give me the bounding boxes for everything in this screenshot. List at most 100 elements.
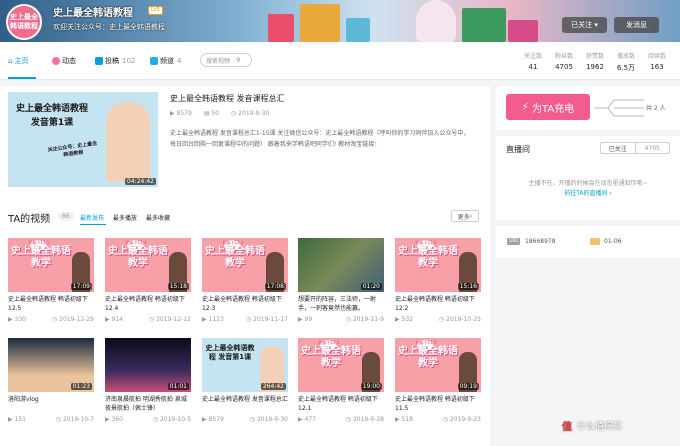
clock-icon: ◷ — [249, 416, 257, 423]
stat-reads: 阅读数 163 — [642, 51, 672, 71]
thumb-text: 史上最全韩语教学 — [205, 246, 265, 269]
video-title[interactable]: 史上最全韩语教程 韩语初级下12.5 — [8, 295, 94, 313]
featured-video-title[interactable]: 史上最全韩语教程 发音课程总汇 — [170, 93, 285, 104]
thumb-badge-text: 初级下12.3 — [222, 240, 244, 245]
play-count: ▶ 1123 — [202, 316, 224, 323]
tab-channels[interactable]: 频道 4 — [150, 56, 181, 66]
publish-date-value: 2019-12-12 — [156, 316, 191, 323]
tab-label: 投稿 — [105, 57, 119, 65]
video-title[interactable]: 史上最全韩语教程 韩语初级下12.4 — [105, 295, 191, 313]
send-message-button[interactable]: 发消息 — [614, 17, 659, 33]
stat-likes: 获赞数 1962 — [580, 51, 610, 71]
channel-icon — [150, 57, 158, 65]
video-thumbnail[interactable]: 01:01 — [105, 338, 191, 392]
video-title[interactable]: 史上最全韩语教程 韩语初级下12.2 — [395, 295, 481, 313]
live-room-link[interactable]: 前往TA的直播间 › — [496, 188, 680, 197]
thumb-badge-text: 初级下12.5 — [28, 240, 50, 245]
tab-home[interactable]: ⌂ 主页 — [8, 56, 28, 66]
live-follow-button[interactable]: 已关注 4705 — [600, 142, 670, 154]
sort-most-favorited[interactable]: 最多收藏 — [146, 213, 170, 222]
play-count: ▶ 518 — [395, 416, 413, 423]
video-meta: ▶ 8579 ◷ 2019-9-30 — [202, 416, 288, 423]
more-label: 更多 — [457, 213, 470, 221]
search-input[interactable]: 搜索视频 ⚲ — [200, 53, 252, 67]
search-placeholder: 搜索视频 — [206, 57, 231, 65]
video-card[interactable]: 01:23 洛阳游vlog ▶ 151 ◷ 2019-10-7 — [8, 338, 94, 423]
publish-date-value: 2019-9-28 — [352, 416, 384, 423]
video-thumbnail[interactable]: 史上最全韩语教学 初级下12.3 17:08 — [202, 238, 288, 292]
play-count-value: 330 — [14, 316, 26, 323]
play-count: ▶ 330 — [8, 316, 26, 323]
play-count: ▶ 8579 — [202, 416, 224, 423]
avatar[interactable]: 史上最全韩语教程 — [6, 4, 42, 40]
video-card[interactable]: 史上最全韩语教程 发音第1课 264:42 史上最全韩语教程 发音课程总汇 ▶ 8… — [202, 338, 288, 423]
publish-date-value: 2019-9-30 — [256, 416, 288, 423]
video-thumbnail[interactable]: 史上最全韩语教学 初级下12.4 15:18 — [105, 238, 191, 292]
video-thumbnail[interactable]: 史上最全韩语教学 初级下11.5 09:19 — [395, 338, 481, 392]
stat-label: 粉丝数 — [554, 53, 573, 60]
video-card[interactable]: 史上最全韩语教学 初级下12.4 15:18 史上最全韩语教程 韩语初级下12.4 … — [105, 238, 191, 323]
more-button[interactable]: 更多 › — [451, 210, 479, 222]
thumb-badge-text: 初级下11.5 — [415, 340, 437, 345]
publish-date: ◷ 2019-12-29 — [52, 316, 94, 323]
clock-icon: ◷ — [442, 416, 450, 423]
video-title[interactable]: 史上最全韩语教程 韩语初级下11.5 — [395, 395, 481, 413]
video-title[interactable]: 洛阳游vlog — [8, 395, 94, 413]
active-sort-indicator — [80, 224, 106, 225]
video-card[interactable]: 史上最全韩语教学 初级下12.5 17:09 史上最全韩语教程 韩语初级下12.5 … — [8, 238, 94, 323]
stat-plays: 播放数 6.5万 — [611, 51, 641, 73]
play-count-value: 99 — [304, 316, 313, 323]
video-card[interactable]: 史上最全韩语教学 初级下12.1 19:00 史上最全韩语教程 韩语初级下12.1 … — [298, 338, 384, 423]
clock-icon: ◷ — [152, 416, 160, 423]
stat-following[interactable]: 关注数 41 — [518, 51, 548, 71]
video-thumbnail[interactable]: 史上最全韩语教程 发音第1课 264:42 — [202, 338, 288, 392]
video-thumbnail[interactable]: 史上最全韩语教学 初级下12.2 15:16 — [395, 238, 481, 292]
tab-label: 频道 — [160, 57, 174, 65]
stat-label: 阅读数 — [647, 53, 666, 60]
bunny-doll-decoration — [416, 0, 456, 42]
video-title[interactable]: 济南泉晨航拍 明湖秀航拍 泉城夜景航拍（佩士锋） — [105, 395, 191, 413]
sort-most-played[interactable]: 最多播放 — [113, 213, 137, 222]
publish-date-value: 2019-11-17 — [253, 316, 288, 323]
video-duration: 17:09 — [70, 283, 92, 290]
thumb-badge-text: 初级下12.2 — [415, 240, 437, 245]
publish-date-value: 2019-10-7 — [62, 416, 94, 423]
stat-fans[interactable]: 粉丝数 4705 — [549, 51, 579, 71]
live-room-title: 直播间 — [506, 145, 530, 154]
play-count-value: 360 — [111, 416, 123, 423]
sort-newest[interactable]: 最新发布 — [80, 213, 104, 222]
chevron-down-icon: ▾ — [592, 21, 598, 29]
publish-date: ◷ 2019-11-9 — [346, 316, 384, 323]
live-follow-label: 已关注 — [608, 145, 627, 153]
video-thumbnail[interactable]: 史上最全韩语教学 初级下12.5 17:09 — [8, 238, 94, 292]
video-card[interactable]: 史上最全韩语教学 初级下11.5 09:19 史上最全韩语教程 韩语初级下11.5 … — [395, 338, 481, 423]
watermark: 值什么值得买 — [560, 418, 622, 433]
gift-box-decoration — [268, 14, 294, 42]
video-title[interactable]: 史上最全韩语教程 发音课程总汇 — [202, 395, 288, 413]
home-icon: ⌂ — [8, 57, 13, 65]
tab-dynamic[interactable]: 动态 — [52, 56, 76, 66]
publish-date: ◷ 2019-10-7 — [56, 416, 94, 423]
live-room-card: 直播间 已关注 4705 主播不在，开播的时候会在动态里通知你哦~ 前往TA的直播… — [496, 136, 680, 220]
video-thumbnail[interactable]: 史上最全韩语教学 初级下12.1 19:00 — [298, 338, 384, 392]
video-title[interactable]: 史上最全韩语教程 韩语初级下12.1 — [298, 395, 384, 413]
video-meta: ▶ 914 ◷ 2019-12-12 — [105, 316, 191, 323]
thumb-text: 史上最全韩语教学 — [301, 346, 361, 369]
followed-button[interactable]: 已关注 ▾ — [562, 17, 607, 33]
featured-video-thumbnail[interactable]: 史上最全韩语教程 发音第1课 关注公众号：史上最全韩语教程 04:24:42 — [8, 92, 158, 187]
video-thumbnail[interactable]: 01:20 — [298, 238, 384, 292]
search-icon[interactable]: ⚲ — [236, 57, 240, 64]
tab-uploads[interactable]: 投稿 102 — [95, 56, 135, 66]
video-card[interactable]: 01:01 济南泉晨航拍 明湖秀航拍 泉城夜景航拍（佩士锋） ▶ 360 ◷ 20… — [105, 338, 191, 423]
videos-count-badge: 86 — [58, 212, 74, 221]
chevron-right-icon: › — [469, 212, 473, 220]
video-title[interactable]: 史上最全韩语教程 韩语初级下12.3 — [202, 295, 288, 313]
video-card[interactable]: 史上最全韩语教学 初级下12.3 17:08 史上最全韩语教程 韩语初级下12.3 … — [202, 238, 288, 323]
video-title[interactable]: 想要开的阵容，三法师，一射手，一刺客竟然也能赢。 — [298, 295, 384, 313]
cake-icon — [590, 238, 600, 245]
video-card[interactable]: 01:20 想要开的阵容，三法师，一射手，一刺客竟然也能赢。 ▶ 99 ◷ 201… — [298, 238, 384, 323]
gift-box-decoration — [462, 8, 506, 42]
video-thumbnail[interactable]: 01:23 — [8, 338, 94, 392]
video-card[interactable]: 史上最全韩语教学 初级下12.2 15:16 史上最全韩语教程 韩语初级下12.2 … — [395, 238, 481, 323]
charge-button[interactable]: ⚡ 为TA充电 — [506, 94, 590, 120]
